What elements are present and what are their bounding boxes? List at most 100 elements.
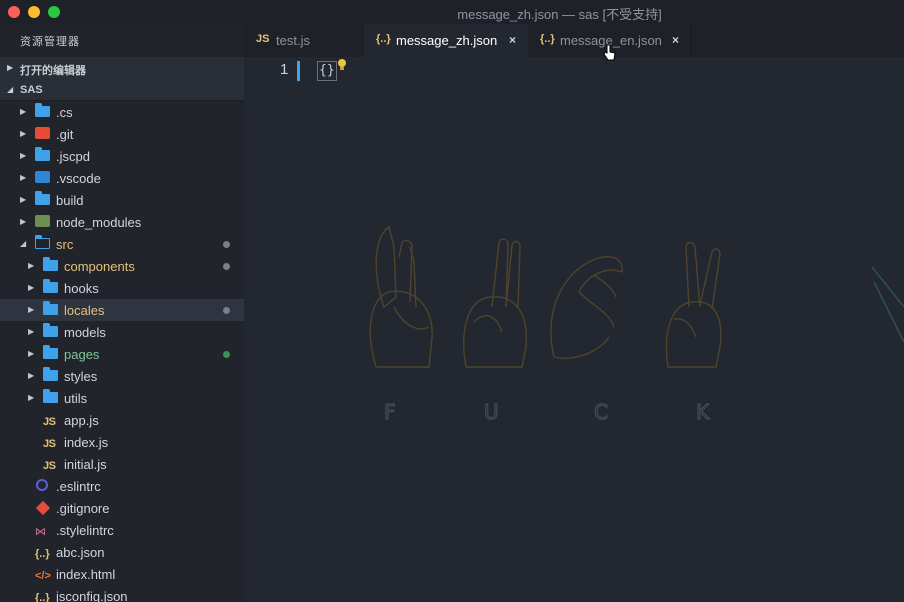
tree-item-abc-json[interactable]: {..} abc.json <box>0 541 244 563</box>
git-file-icon <box>35 500 51 516</box>
chevron-down-icon[interactable]: ◢ <box>20 239 26 248</box>
folder-icon <box>35 147 51 163</box>
chevron-right-icon[interactable]: ▶ <box>28 393 34 402</box>
hand-sign-u-icon <box>463 238 528 368</box>
code-editor[interactable]: F U C K 1 {} <box>244 57 904 602</box>
tree-item-label: index.js <box>64 435 109 450</box>
tree-item-utils[interactable]: ▶ utils <box>0 387 244 409</box>
close-icon[interactable]: × <box>672 33 679 47</box>
chevron-right-icon[interactable]: ▶ <box>28 305 34 314</box>
tree-item-cs[interactable]: ▶ .cs <box>0 101 244 123</box>
git-status-dot <box>223 307 230 314</box>
folder-icon <box>43 367 59 383</box>
lightbulb-icon[interactable] <box>337 58 347 72</box>
folder-icon <box>43 389 59 405</box>
line-number: 1 <box>280 61 289 78</box>
explorer-title: 资源管理器 <box>20 36 80 48</box>
chevron-down-icon: ◢ <box>7 85 14 94</box>
file-tree: ▶ .cs ▶ .git ▶ .jscpd ▶ .vscode ▶ build ▶ node_modu… <box>0 101 244 602</box>
tree-item-locales[interactable]: ▶ locales <box>0 299 244 321</box>
tree-item-initial-js[interactable]: JS initial.js <box>0 453 244 475</box>
open-editors-section[interactable]: ▶ 打开的编辑器 <box>0 57 244 79</box>
tree-item-gitignore[interactable]: .gitignore <box>0 497 244 519</box>
project-section[interactable]: ◢ SAS <box>0 79 244 101</box>
code-line[interactable]: {} <box>317 61 337 81</box>
editor-tabs: JS test.js {..} message_zh.json × {..} m… <box>244 24 904 57</box>
html-file-icon: </> <box>35 570 51 582</box>
tree-item-label: initial.js <box>64 457 107 472</box>
js-file-icon: JS <box>43 438 56 450</box>
chevron-right-icon[interactable]: ▶ <box>28 261 34 270</box>
tree-item-pages[interactable]: ▶ pages <box>0 343 244 365</box>
folder-icon <box>43 323 59 339</box>
git-status-dot <box>223 351 230 358</box>
tree-item-vscode[interactable]: ▶ .vscode <box>0 167 244 189</box>
js-file-icon: JS <box>43 460 56 472</box>
tree-item-app-js[interactable]: JS app.js <box>0 409 244 431</box>
tree-item-index-html[interactable]: </> index.html <box>0 563 244 585</box>
tab-test-js[interactable]: JS test.js <box>244 24 364 57</box>
tree-item-src[interactable]: ◢ src <box>0 233 244 255</box>
chevron-right-icon[interactable]: ▶ <box>20 195 26 204</box>
tree-item-eslintrc[interactable]: .eslintrc <box>0 475 244 497</box>
stylelint-icon: ⋈ <box>35 526 46 538</box>
tree-item-label: .stylelintrc <box>56 523 114 538</box>
chevron-right-icon[interactable]: ▶ <box>20 173 26 182</box>
tree-item-components[interactable]: ▶ components <box>0 255 244 277</box>
chevron-right-icon[interactable]: ▶ <box>28 371 34 380</box>
watermark-letter: C <box>594 400 608 424</box>
project-label: SAS <box>20 84 43 96</box>
tree-item-label: src <box>56 237 74 252</box>
chevron-right-icon: ▶ <box>7 63 14 72</box>
tab-message-zh-json[interactable]: {..} message_zh.json × <box>364 24 528 57</box>
tree-item-git[interactable]: ▶ .git <box>0 123 244 145</box>
tree-item-label: .eslintrc <box>56 479 101 494</box>
watermark-letter: K <box>696 400 710 424</box>
folder-icon <box>35 191 51 207</box>
tree-item-index-js[interactable]: JS index.js <box>0 431 244 453</box>
title-bar: message_zh.json — sas [不受支持] <box>0 0 904 24</box>
json-file-icon: {..} <box>540 33 555 45</box>
tree-item-label: hooks <box>64 281 99 296</box>
folder-icon <box>43 301 59 317</box>
chevron-right-icon[interactable]: ▶ <box>20 107 26 116</box>
tree-item-label: node_modules <box>56 215 142 230</box>
git-status-dot <box>223 263 230 270</box>
folder-icon <box>43 279 59 295</box>
tree-item-build[interactable]: ▶ build <box>0 189 244 211</box>
tree-item-node-modules[interactable]: ▶ node_modules <box>0 211 244 233</box>
tree-item-hooks[interactable]: ▶ hooks <box>0 277 244 299</box>
vscode-folder-icon <box>35 171 51 185</box>
chevron-right-icon[interactable]: ▶ <box>28 349 34 358</box>
tree-item-label: app.js <box>64 413 99 428</box>
tree-item-label: utils <box>64 391 88 406</box>
close-icon[interactable]: × <box>509 33 516 47</box>
hand-sign-f-icon <box>369 225 433 368</box>
tree-item-styles[interactable]: ▶ styles <box>0 365 244 387</box>
tree-item-label: .git <box>56 127 74 142</box>
chevron-right-icon[interactable]: ▶ <box>20 151 26 160</box>
tree-item-jscpd[interactable]: ▶ .jscpd <box>0 145 244 167</box>
json-file-icon: {..} <box>35 548 50 560</box>
chevron-right-icon[interactable]: ▶ <box>28 327 34 336</box>
tree-item-stylelintrc[interactable]: ⋈ .stylelintrc <box>0 519 244 541</box>
chevron-right-icon[interactable]: ▶ <box>20 129 26 138</box>
tree-item-models[interactable]: ▶ models <box>0 321 244 343</box>
tree-item-jsconfig-json[interactable]: {..} jsconfig.json <box>0 585 244 602</box>
open-editors-label: 打开的编辑器 <box>20 65 86 77</box>
git-status-dot <box>223 241 230 248</box>
window-title: message_zh.json — sas [不受支持] <box>457 7 662 22</box>
folder-icon <box>43 257 59 273</box>
folder-icon <box>35 103 51 119</box>
watermark-letter: U <box>484 400 499 424</box>
tab-label: message_zh.json <box>396 33 498 48</box>
tree-item-label: locales <box>64 303 105 318</box>
json-file-icon: {..} <box>35 592 50 602</box>
tree-item-label: styles <box>64 369 98 384</box>
chevron-right-icon[interactable]: ▶ <box>20 217 26 226</box>
partial-hand-icon <box>871 266 904 343</box>
chevron-right-icon[interactable]: ▶ <box>28 283 34 292</box>
tree-item-label: jsconfig.json <box>56 589 128 602</box>
tree-item-label: pages <box>64 347 100 362</box>
folder-open-icon <box>35 235 51 251</box>
